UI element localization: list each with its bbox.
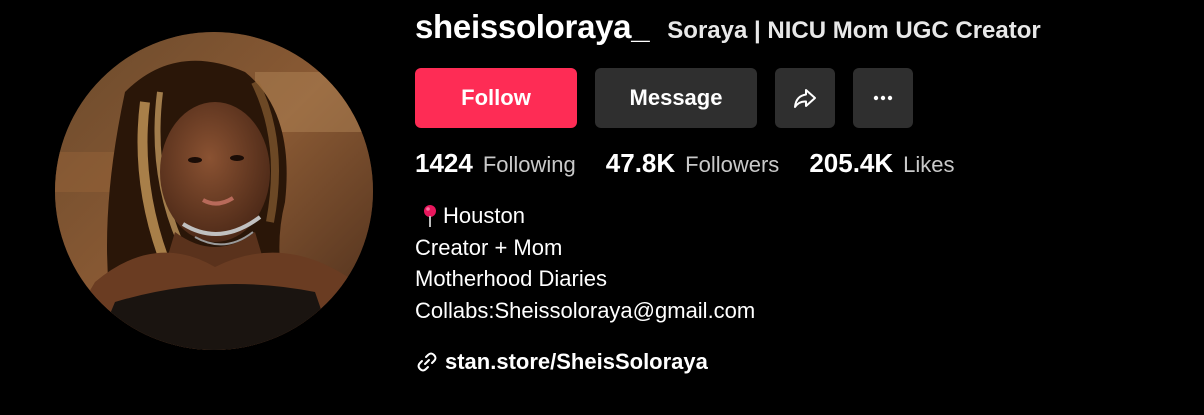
avatar-photo [55,32,373,350]
title-row: sheissoloraya_ Soraya | NICU Mom UGC Cre… [415,8,1041,48]
stat-followers[interactable]: 47.8K Followers [606,148,780,179]
stats-row: 1424 Following 47.8K Followers 205.4K Li… [415,148,985,182]
stat-likes: 205.4K Likes [809,148,954,179]
likes-label: Likes [903,152,955,177]
followers-count: 47.8K [605,148,676,178]
profile-info: sheissoloraya_ Soraya | NICU Mom UGC Cre… [415,0,1195,415]
bio-location: Houston [443,203,525,228]
more-button[interactable] [853,68,913,128]
action-buttons: Follow Message [415,68,913,128]
bio-line: Creator + Mom [415,234,563,260]
bio-line: Motherhood Diaries [415,266,607,291]
following-count: 1424 [415,148,473,178]
pushpin-icon [424,204,436,227]
display-name: Soraya | NICU Mom UGC Creator [667,17,1041,44]
bio-line-location: Houston [415,200,755,232]
stat-following[interactable]: 1424 Following [415,148,576,179]
following-label: Following [482,152,576,177]
share-button[interactable] [775,68,835,128]
link-icon [417,352,437,372]
likes-count: 205.4K [809,148,894,178]
bio-link-text[interactable]: stan.store/SheisSoloraya [445,349,708,375]
bio-line: Collabs:Sheissoloraya@gmail.com [415,297,756,323]
message-button[interactable]: Message [595,68,757,128]
bio: Houston Creator + Mom Motherhood Diaries… [415,200,755,326]
follow-button[interactable]: Follow [415,68,577,128]
bio-link[interactable]: stan.store/SheisSoloraya [415,346,708,378]
profile-avatar[interactable] [55,32,373,350]
share-icon [794,89,816,108]
followers-label: Followers [685,152,780,177]
username: sheissoloraya_ [415,8,650,45]
more-horizontal-icon [873,95,893,101]
